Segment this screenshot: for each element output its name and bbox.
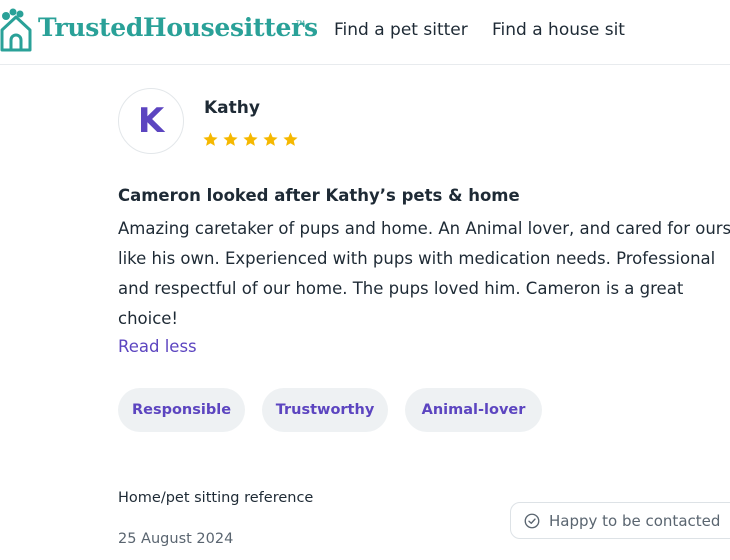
happy-to-be-contacted-badge: Happy to be contacted (510, 502, 730, 539)
nav-find-pet-sitter[interactable]: Find a pet sitter (334, 20, 468, 40)
site-header: TrustedHousesitters TM Find a pet sitter… (0, 0, 730, 65)
star-icon (203, 132, 218, 146)
check-circle-icon (524, 513, 540, 528)
contact-label: Happy to be contacted (549, 511, 721, 530)
tag-responsible: Responsible (118, 388, 245, 432)
brand-name[interactable]: TrustedHousesitters (38, 13, 318, 42)
review-title: Cameron looked after Kathy’s pets & home (118, 186, 520, 205)
tag-animal-lover: Animal-lover (405, 388, 542, 432)
star-rating (202, 131, 299, 148)
review-date: 25 August 2024 (118, 531, 234, 547)
star-icon (243, 132, 258, 146)
read-less-link[interactable]: Read less (118, 337, 197, 356)
star-icon (283, 132, 298, 146)
nav-find-house-sit[interactable]: Find a house sit (492, 20, 625, 40)
star-icon (223, 132, 238, 146)
tag-trustworthy: Trustworthy (262, 388, 388, 432)
reviewer-name: Kathy (204, 98, 260, 118)
star-icon (263, 132, 278, 146)
house-pet-logo-icon[interactable] (0, 8, 40, 54)
reviewer-avatar: K (118, 88, 184, 154)
trademark-mark: TM (296, 20, 305, 27)
review-body: Amazing caretaker of pups and home. An A… (118, 219, 730, 328)
reference-type: Home/pet sitting reference (118, 490, 314, 506)
